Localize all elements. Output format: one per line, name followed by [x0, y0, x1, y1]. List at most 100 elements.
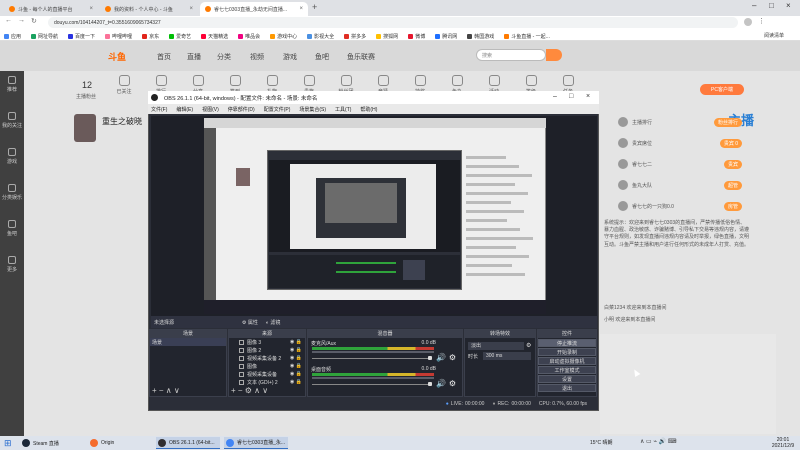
volume-slider-knob[interactable] — [428, 356, 432, 360]
source-item[interactable]: 文本 (GDI+) 2 ◉ 🔒 — [229, 378, 305, 386]
visibility-lock-icon[interactable]: ◉ 🔒 — [290, 379, 302, 385]
source-item[interactable]: 图像 2 ◉ 🔒 — [229, 346, 305, 354]
weather-widget[interactable]: 15°C 晴朗 — [590, 439, 613, 446]
sidebar-item[interactable]: 鱼吧 — [0, 220, 24, 237]
browser-tab-stream[interactable]: 睿七七0303直播_永劫无间直播... × — [200, 2, 308, 16]
duration-input[interactable]: 300 ms — [483, 352, 531, 360]
obs-menu-item[interactable]: 配置文件(P) — [264, 106, 291, 113]
douyu-nav-item[interactable]: 鱼吧 — [315, 52, 329, 62]
start-recording-button[interactable]: 开始录制 — [538, 348, 596, 356]
properties-button[interactable]: ⚙ 属性 — [242, 319, 258, 326]
speaker-icon[interactable]: 🔊 — [436, 379, 446, 388]
volume-slider-knob[interactable] — [428, 382, 432, 386]
transition-type-select[interactable]: 淡出 — [468, 342, 524, 350]
source-dock-buttons[interactable]: + − ⚙ ∧ ∨ — [229, 386, 305, 396]
address-bar[interactable]: douyu.com/104144207_t=0.3551609065734327 — [48, 17, 738, 28]
search-icon[interactable] — [546, 49, 562, 61]
sidebar-item[interactable]: 更多 — [0, 256, 24, 273]
bookmark-item[interactable]: 韩国游戏 — [467, 33, 494, 40]
start-virtual-camera-button[interactable]: 启动虚拟摄像机 — [538, 357, 596, 365]
new-tab-button[interactable]: + — [312, 2, 317, 12]
right-panel-row[interactable]: 贵宾席位 贵宾 0 — [600, 134, 750, 152]
maximize-icon[interactable]: □ — [769, 1, 774, 10]
right-panel-row[interactable]: 鱼丸大队 超管 — [600, 176, 750, 194]
system-tray-icons[interactable]: ∧ ▭ ⌁ 🔊 ⌨ — [640, 438, 676, 445]
profile-avatar[interactable] — [744, 18, 752, 26]
sidebar-item[interactable]: 我的关注 — [0, 112, 24, 129]
visibility-lock-icon[interactable]: ◉ 🔒 — [290, 347, 302, 353]
taskbar-app[interactable]: Steam 直播 — [20, 437, 84, 449]
stop-streaming-button[interactable]: 停止推流 — [538, 339, 596, 347]
right-panel-row[interactable]: 睿七七的一只狗0.0 房管 — [600, 197, 750, 215]
browser-tab-profile[interactable]: 我的资料 - 个人中心 - 斗鱼 × — [100, 2, 198, 16]
source-item[interactable]: 视频采集设备 2 ◉ 🔒 — [229, 354, 305, 362]
minimize-icon[interactable]: – — [752, 1, 756, 10]
bookmark-item[interactable]: 百度一下 — [68, 33, 95, 40]
douyu-nav-item[interactable]: 视频 — [250, 52, 264, 62]
browser-tab-douyu-home[interactable]: 斗鱼 - 每个人的直播平台 × — [4, 2, 98, 16]
obs-title-bar[interactable]: OBS 26.1.1 (64-bit, windows) - 配置文件: 未命名… — [148, 91, 599, 104]
obs-menu-item[interactable]: 帮助(H) — [360, 106, 377, 113]
right-panel-badge[interactable]: 贵宾 0 — [719, 138, 742, 148]
exit-button[interactable]: 退出 — [538, 384, 596, 392]
back-icon[interactable]: ← — [5, 17, 12, 24]
douyu-logo[interactable]: 斗鱼 — [108, 50, 138, 62]
volume-slider[interactable] — [312, 384, 432, 385]
close-tab-icon[interactable]: × — [189, 6, 193, 12]
scene-item[interactable]: 场景 — [150, 338, 226, 346]
visibility-lock-icon[interactable]: ◉ 🔒 — [290, 355, 302, 361]
bookmark-item[interactable]: 游戏中心 — [270, 33, 297, 40]
obs-close-icon[interactable]: × — [586, 93, 590, 100]
source-item[interactable]: 视频采集设备 ◉ 🔒 — [229, 370, 305, 378]
volume-slider[interactable] — [312, 358, 432, 359]
obs-menu-item[interactable]: 工具(T) — [335, 106, 351, 113]
douyu-nav-item[interactable]: 直播 — [187, 52, 201, 62]
visibility-lock-icon[interactable]: ◉ 🔒 — [290, 339, 302, 345]
anchor-toolbar-item[interactable]: 已关注 — [114, 75, 134, 95]
douyu-nav-item[interactable]: 分类 — [217, 52, 231, 62]
source-item[interactable]: 图像 ◉ 🔒 — [229, 362, 305, 370]
taskbar-app[interactable]: 睿七七0303直播_永... — [224, 437, 288, 449]
windows-start-icon[interactable]: ⊞ — [4, 438, 12, 448]
bookmark-item[interactable]: 斗鱼直播 - 一起... — [504, 33, 550, 40]
speaker-icon[interactable]: 🔊 — [436, 353, 446, 362]
bookmark-item[interactable]: 应用 — [4, 33, 21, 40]
obs-minimize-icon[interactable]: – — [553, 93, 557, 100]
obs-maximize-icon[interactable]: □ — [569, 93, 573, 100]
douyu-nav-item[interactable]: 首页 — [157, 52, 171, 62]
reading-list[interactable]: 阅读清单 — [764, 32, 784, 39]
settings-button[interactable]: 设置 — [538, 375, 596, 383]
bookmark-item[interactable]: 爱奇艺 — [169, 33, 191, 40]
search-input[interactable]: 搜索 — [476, 49, 546, 61]
obs-menu-item[interactable]: 视图(V) — [202, 106, 219, 113]
bookmark-item[interactable]: 京东 — [142, 33, 159, 40]
bookmark-item[interactable]: 微博 — [408, 33, 425, 40]
bookmark-item[interactable]: 哔哩哔哩 — [105, 33, 132, 40]
taskbar-clock[interactable]: 20:01 2021/12/9 — [768, 437, 798, 449]
close-window-icon[interactable]: × — [786, 1, 791, 10]
transition-gear-icon[interactable]: ⚙ — [526, 342, 531, 349]
obs-menu-item[interactable]: 编辑(E) — [176, 106, 193, 113]
reload-icon[interactable]: ↻ — [31, 17, 37, 25]
douyu-nav-item[interactable]: 游戏 — [283, 52, 297, 62]
bookmark-item[interactable]: 天猫精选 — [201, 33, 228, 40]
bookmark-item[interactable]: 搜狐网 — [376, 33, 398, 40]
studio-mode-button[interactable]: 工作室模式 — [538, 366, 596, 374]
right-panel-row[interactable]: 睿七七二 贵宾 — [600, 155, 750, 173]
streamer-avatar[interactable] — [74, 114, 96, 142]
forward-icon[interactable]: → — [18, 17, 25, 24]
gear-icon[interactable]: ⚙ — [449, 353, 456, 362]
bookmark-item[interactable]: 唯品会 — [238, 33, 260, 40]
taskbar-app[interactable]: OBS 26.1.1 (64-bit... — [156, 437, 220, 449]
close-tab-icon[interactable]: × — [299, 6, 303, 12]
bookmark-item[interactable]: 影视大全 — [307, 33, 334, 40]
obs-menu-item[interactable]: 停靠部件(D) — [228, 106, 255, 113]
pc-client-button[interactable]: PC客户端 — [700, 84, 744, 95]
filters-button[interactable]: ◐ 滤镜 — [266, 319, 280, 326]
bookmark-item[interactable]: 网址导航 — [31, 33, 58, 40]
more-menu-icon[interactable]: ⋮ — [758, 17, 765, 25]
right-panel-badge[interactable]: 粉丝排行 — [713, 117, 742, 127]
close-tab-icon[interactable]: × — [89, 6, 93, 12]
source-item[interactable]: 图像 3 ◉ 🔒 — [229, 338, 305, 346]
gear-icon[interactable]: ⚙ — [449, 379, 456, 388]
